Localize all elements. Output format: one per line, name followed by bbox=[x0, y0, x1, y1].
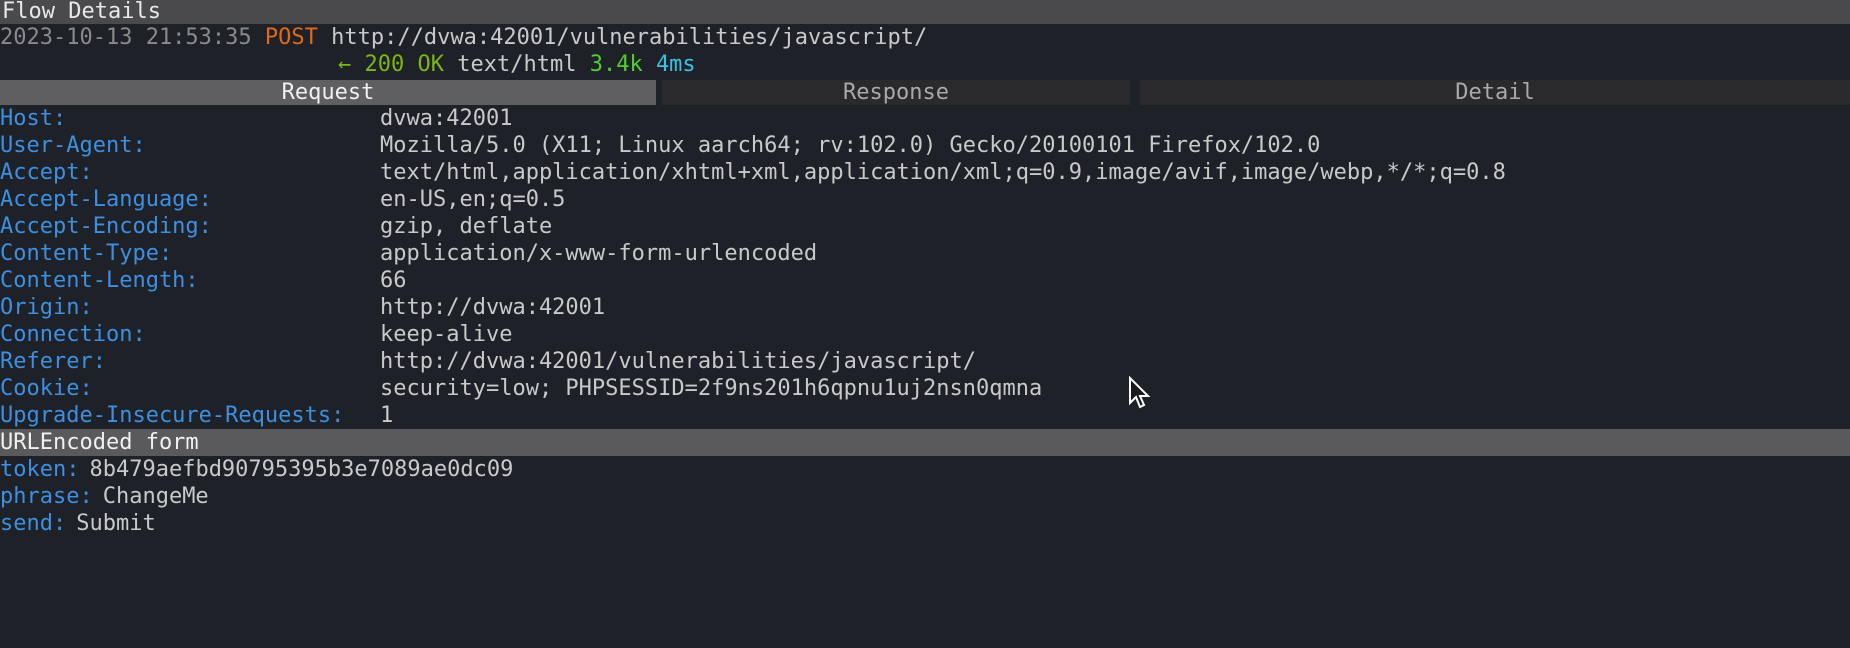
header-value: 1 bbox=[380, 403, 394, 428]
response-size: 3.4k bbox=[589, 52, 643, 77]
flow-timestamp: 2023-10-13 21:53:35 bbox=[0, 25, 252, 50]
header-key: Accept: bbox=[0, 160, 93, 185]
header-key: Content-Type: bbox=[0, 241, 173, 266]
header-row: Host: dvwa:42001 bbox=[0, 105, 1850, 132]
form-field-value: 8b479aefbd90795395b3e7089ae0dc09 bbox=[89, 457, 514, 482]
header-row: Accept-Language: en-US,en;q=0.5 bbox=[0, 186, 1850, 213]
flow-summary: 2023-10-13 21:53:35 POST http://dvwa:420… bbox=[0, 24, 1850, 51]
header-value: http://dvwa:42001/vulnerabilities/javasc… bbox=[380, 349, 977, 374]
form-section-title: URLEncoded form bbox=[0, 429, 1850, 456]
response-content-type: text/html bbox=[457, 52, 577, 77]
form-field-row: send: Submit bbox=[0, 510, 1850, 537]
tab-bar: Request Response Detail bbox=[0, 80, 1850, 105]
form-field-key: token: bbox=[0, 457, 80, 482]
flow-method: POST bbox=[264, 25, 318, 50]
mouse-cursor-icon bbox=[1129, 376, 1151, 409]
tab-detail[interactable]: Detail bbox=[1140, 80, 1850, 105]
response-duration: 4ms bbox=[655, 52, 696, 77]
header-row: Accept-Encoding: gzip, deflate bbox=[0, 213, 1850, 240]
header-row: Content-Type: application/x-www-form-urle… bbox=[0, 240, 1850, 267]
header-row: Content-Length: 66 bbox=[0, 267, 1850, 294]
header-value: text/html,application/xhtml+xml,applicat… bbox=[380, 160, 1506, 185]
header-key: Accept-Encoding: bbox=[0, 214, 212, 239]
header-key: Referer: bbox=[0, 349, 106, 374]
header-row: Cookie: security=low; PHPSESSID=2f9ns201h… bbox=[0, 375, 1850, 402]
header-value: Mozilla/5.0 (X11; Linux aarch64; rv:102.… bbox=[380, 133, 1321, 158]
header-row: Connection: keep-alive bbox=[0, 321, 1850, 348]
header-value: 66 bbox=[380, 268, 407, 293]
header-key: User-Agent: bbox=[0, 133, 146, 158]
tab-request[interactable]: Request bbox=[0, 80, 656, 105]
header-value: gzip, deflate bbox=[380, 214, 553, 239]
form-field-key: phrase: bbox=[0, 484, 93, 509]
header-row: Referer: http://dvwa:42001/vulnerabilitie… bbox=[0, 348, 1850, 375]
flow-url[interactable]: http://dvwa:42001/vulnerabilities/javasc… bbox=[331, 25, 927, 50]
header-key: Accept-Language: bbox=[0, 187, 212, 212]
header-row: Accept: text/html,application/xhtml+xml,a… bbox=[0, 159, 1850, 186]
header-row: Origin: http://dvwa:42001 bbox=[0, 294, 1850, 321]
header-value: keep-alive bbox=[380, 322, 513, 347]
tab-response[interactable]: Response bbox=[662, 80, 1130, 105]
header-value: en-US,en;q=0.5 bbox=[380, 187, 566, 212]
header-key: Upgrade-Insecure-Requests: bbox=[0, 403, 345, 428]
header-value: application/x-www-form-urlencoded bbox=[380, 241, 818, 266]
response-status: 200 OK bbox=[364, 52, 444, 77]
form-field-row: token: 8b479aefbd90795395b3e7089ae0dc09 bbox=[0, 456, 1850, 483]
form-field-row: phrase: ChangeMe bbox=[0, 483, 1850, 510]
form-field-value: Submit bbox=[76, 511, 156, 536]
request-headers: Host: dvwa:42001 User-Agent: Mozilla/5.0 (… bbox=[0, 105, 1850, 429]
header-key: Origin: bbox=[0, 295, 93, 320]
header-value: http://dvwa:42001 bbox=[380, 295, 606, 320]
response-arrow-icon: ← bbox=[338, 52, 352, 77]
header-key: Cookie: bbox=[0, 376, 93, 401]
form-field-value: ChangeMe bbox=[102, 484, 209, 509]
header-key: Host: bbox=[0, 106, 67, 131]
header-row: User-Agent: Mozilla/5.0 (X11; Linux aarch… bbox=[0, 132, 1850, 159]
header-row: Upgrade-Insecure-Requests: 1 bbox=[0, 402, 1850, 429]
flow-response-summary: ← 200 OK text/html 3.4k 4ms bbox=[0, 51, 1850, 78]
form-fields: token: 8b479aefbd90795395b3e7089ae0dc09 p… bbox=[0, 456, 1850, 537]
form-field-key: send: bbox=[0, 511, 67, 536]
header-value: dvwa:42001 bbox=[380, 106, 513, 131]
header-key: Content-Length: bbox=[0, 268, 199, 293]
header-key: Connection: bbox=[0, 322, 146, 347]
header-value: security=low; PHPSESSID=2f9ns201h6qpnu1u… bbox=[380, 376, 1043, 401]
window-title: Flow Details bbox=[0, 0, 1850, 24]
